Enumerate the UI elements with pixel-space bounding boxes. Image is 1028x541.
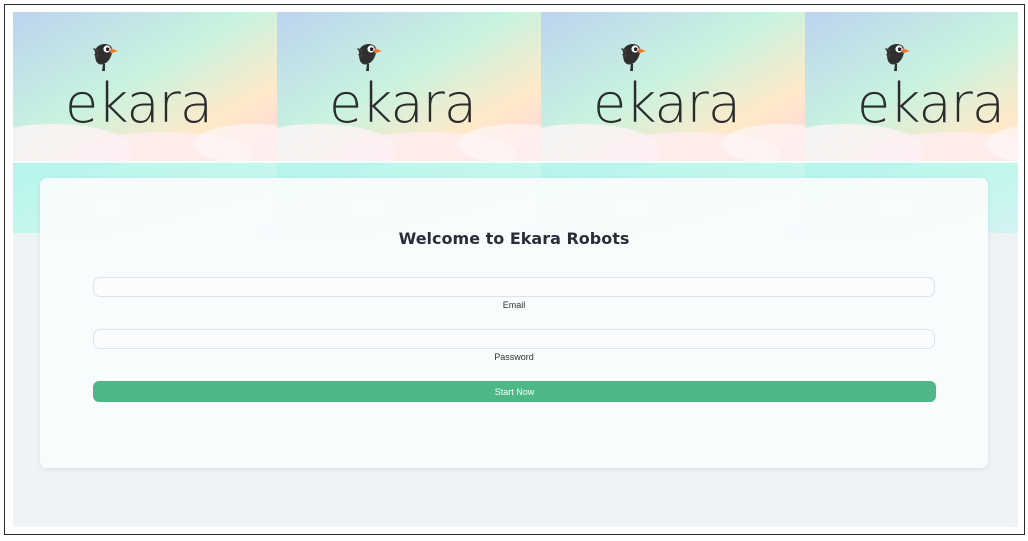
bird-icon [357,43,382,71]
bird-icon [93,43,118,71]
login-page: ekara ekara ekara ekara Welcome to Ekara… [13,12,1018,527]
login-card: Welcome to Ekara Robots Email Password S… [40,178,988,468]
email-field[interactable] [93,277,935,297]
page-title: Welcome to Ekara Robots [398,229,630,248]
logo-text: ekara [329,72,477,135]
bird-icon [885,43,910,71]
logo: ekara [329,40,499,135]
logo-text: ekara [65,72,213,135]
logo-text: ekara [857,72,1005,135]
password-label: Password [494,352,534,362]
password-field[interactable] [93,329,935,349]
logo: ekara [857,40,1018,135]
logo-text: ekara [593,72,741,135]
logo: ekara [593,40,763,135]
bird-icon [621,43,646,71]
browser-frame: ekara ekara ekara ekara Welcome to Ekara… [4,4,1025,535]
logo: ekara [65,40,235,135]
start-now-button[interactable]: Start Now [93,381,936,402]
email-label: Email [502,300,526,310]
